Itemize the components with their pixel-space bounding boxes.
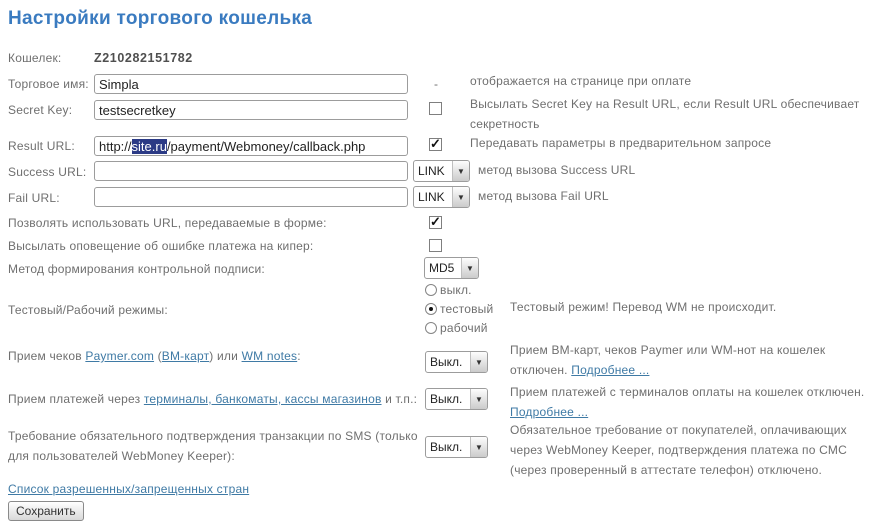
countries-list-link[interactable]: Список разрешенных/запрещенных стран xyxy=(8,482,249,496)
sms-select-value: Выкл. xyxy=(426,440,470,454)
wm-cards-link[interactable]: ВМ-карт xyxy=(162,349,210,363)
save-button[interactable]: Сохранить xyxy=(8,501,84,521)
trade-name-dash: - xyxy=(434,77,438,91)
secret-key-desc: Высылать Secret Key на Result URL, если … xyxy=(470,94,870,134)
terminals-select[interactable]: Выкл.▼ xyxy=(425,388,488,410)
paymer-label-mid1: ( xyxy=(154,349,162,363)
chevron-down-icon: ▼ xyxy=(452,161,469,181)
sms-label: Требование обязательного подтверждения т… xyxy=(8,426,420,466)
chevron-down-icon: ▼ xyxy=(461,258,478,278)
trade-name-label: Торговое имя: xyxy=(8,77,89,91)
paymer-label-mid2: ) или xyxy=(209,349,241,363)
result-url-desc: Передавать параметры в предварительном з… xyxy=(470,133,870,153)
mode-radio-test-label: тестовый xyxy=(440,302,493,316)
secret-key-checkbox[interactable] xyxy=(429,102,442,115)
success-url-label: Success URL: xyxy=(8,165,86,179)
fail-url-desc: метод вызова Fail URL xyxy=(478,186,609,206)
sign-method-select[interactable]: MD5▼ xyxy=(424,257,479,279)
fail-url-label: Fail URL: xyxy=(8,191,60,205)
result-url-checkbox[interactable] xyxy=(429,138,442,151)
terminals-more-link[interactable]: Подробнее ... xyxy=(510,405,588,419)
mode-radio-work-label: рабочий xyxy=(440,321,488,335)
sign-method-value: MD5 xyxy=(425,261,461,275)
mode-desc: Тестовый режим! Перевод WM не происходит… xyxy=(510,297,776,317)
error-notify-checkbox[interactable] xyxy=(429,239,442,252)
success-url-desc: метод вызова Success URL xyxy=(478,160,635,180)
terminals-label-suffix: и т.п.: xyxy=(382,392,418,406)
wm-notes-link[interactable]: WM notes xyxy=(242,349,298,363)
wallet-number: Z210282151782 xyxy=(94,51,193,65)
fail-url-input[interactable] xyxy=(94,187,408,207)
result-url-input[interactable]: http://site.ru/payment/Webmoney/callback… xyxy=(94,136,408,156)
mode-radio-test[interactable] xyxy=(425,303,437,315)
mode-radio-off-label: выкл. xyxy=(440,283,472,297)
sms-desc: Обязательное требование от покупателей, … xyxy=(510,420,876,480)
mode-label: Тестовый/Рабочий режимы: xyxy=(8,303,168,317)
paymer-desc: Прием ВМ-карт, чеков Paymer или WM-нот н… xyxy=(510,340,872,380)
fail-url-method-select[interactable]: LINK▼ xyxy=(413,186,470,208)
chevron-down-icon: ▼ xyxy=(470,389,487,409)
terminals-select-value: Выкл. xyxy=(426,392,470,406)
result-url-text-prefix: http:// xyxy=(99,139,132,154)
mode-radio-work[interactable] xyxy=(425,322,437,334)
wallet-settings-page: Настройки торгового кошелька Кошелек: Z2… xyxy=(0,0,876,532)
chevron-down-icon: ▼ xyxy=(470,437,487,457)
terminals-link[interactable]: терминалы, банкоматы, кассы магазинов xyxy=(144,392,382,406)
terminals-label: Прием платежей через терминалы, банкомат… xyxy=(8,392,417,406)
result-url-label: Result URL: xyxy=(8,139,75,153)
trade-name-input[interactable] xyxy=(94,74,408,94)
sign-method-label: Метод формирования контрольной подписи: xyxy=(8,262,265,276)
terminals-desc-text: Прием платежей с терминалов оплаты на ко… xyxy=(510,385,864,399)
wallet-label: Кошелек: xyxy=(8,51,61,65)
chevron-down-icon: ▼ xyxy=(470,352,487,372)
page-title: Настройки торгового кошелька xyxy=(8,8,312,30)
fail-url-method-value: LINK xyxy=(414,190,452,204)
paymer-label-suffix: : xyxy=(297,349,301,363)
paymer-select[interactable]: Выкл.▼ xyxy=(425,351,488,373)
result-url-text-suffix: /payment/Webmoney/callback.php xyxy=(167,139,365,154)
paymer-desc-text: Прием ВМ-карт, чеков Paymer или WM-нот н… xyxy=(510,343,825,377)
secret-key-label: Secret Key: xyxy=(8,103,72,117)
success-url-input[interactable] xyxy=(94,161,408,181)
success-url-method-select[interactable]: LINK▼ xyxy=(413,160,470,182)
paymer-more-link[interactable]: Подробнее ... xyxy=(571,363,649,377)
allow-form-urls-checkbox[interactable] xyxy=(429,216,442,229)
allow-form-urls-label: Позволять использовать URL, передаваемые… xyxy=(8,216,327,230)
secret-key-input[interactable] xyxy=(94,100,408,120)
mode-radio-off[interactable] xyxy=(425,284,437,296)
success-url-method-value: LINK xyxy=(414,164,452,178)
terminals-desc: Прием платежей с терминалов оплаты на ко… xyxy=(510,382,872,422)
paymer-com-link[interactable]: Paymer.com xyxy=(85,349,154,363)
trade-name-desc: отображается на странице при оплате xyxy=(470,71,870,91)
paymer-select-value: Выкл. xyxy=(426,355,470,369)
paymer-label-prefix: Прием чеков xyxy=(8,349,85,363)
chevron-down-icon: ▼ xyxy=(452,187,469,207)
terminals-label-prefix: Прием платежей через xyxy=(8,392,144,406)
sms-select[interactable]: Выкл.▼ xyxy=(425,436,488,458)
error-notify-label: Высылать оповещение об ошибке платежа на… xyxy=(8,239,313,253)
result-url-selected-text: site.ru xyxy=(132,139,167,154)
paymer-label: Прием чеков Paymer.com (ВМ-карт) или WM … xyxy=(8,349,301,363)
